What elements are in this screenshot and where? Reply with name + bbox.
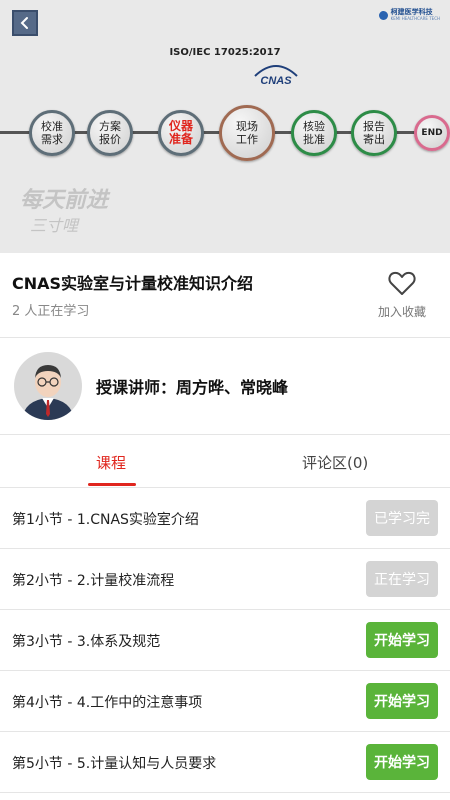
brand-icon (378, 10, 388, 20)
svg-text:三寸哩: 三寸哩 (30, 216, 80, 235)
heart-icon (388, 271, 416, 295)
brand-logo: 柯建医学科技 KEMI HEALTHCARE TECH (378, 8, 440, 21)
section-label: 第3小节 - 3.体系及规范 (12, 634, 161, 650)
start-learning-button[interactable]: 开始学习 (366, 683, 438, 719)
brand-subtitle: KEMI HEALTHCARE TECH (390, 16, 440, 21)
step-plan-quote: 方案 报价 (87, 110, 133, 156)
cnas-logo-icon: CNAS (254, 65, 298, 87)
tab-indicator (88, 483, 136, 486)
motto-calligraphy: 每天前进 三寸哩 (20, 187, 111, 235)
divider (0, 337, 450, 338)
favorite-button[interactable]: 加入收藏 (372, 270, 432, 320)
step-verify-approve: 核验 批准 (291, 110, 337, 156)
step-onsite-work: 现场 工作 (219, 105, 275, 161)
section-label: 第2小节 - 2.计量校准流程 (12, 573, 175, 589)
divider (0, 434, 450, 435)
step-end: END (414, 115, 450, 151)
chevron-left-icon (20, 17, 28, 29)
section-label: 第4小节 - 4.工作中的注意事项 (12, 695, 203, 711)
teacher-avatar (14, 352, 82, 420)
teacher-avatar-icon (14, 352, 82, 420)
iso-standard-label: ISO/IEC 17025:2017 (169, 47, 281, 58)
section-row[interactable]: 第3小节 - 3.体系及规范 开始学习 (0, 610, 450, 671)
section-row[interactable]: 第5小节 - 5.计量认知与人员要求 开始学习 (0, 732, 450, 793)
course-banner: 柯建医学科技 KEMI HEALTHCARE TECH ISO/IEC 1702… (0, 0, 450, 253)
section-label: 第1小节 - 1.CNAS实验室介绍 (12, 512, 199, 528)
step-calibration-request: 校准 需求 (29, 110, 75, 156)
section-row[interactable]: 第4小节 - 4.工作中的注意事项 开始学习 (0, 671, 450, 732)
course-title: CNAS实验室与计量校准知识介绍 (12, 274, 254, 293)
favorite-label: 加入收藏 (377, 305, 426, 319)
learning-now-button[interactable]: 正在学习 (366, 561, 438, 597)
step-report-send: 报告 寄出 (351, 110, 397, 156)
tab-comments[interactable]: 评论区(0) (302, 452, 368, 473)
section-label: 第5小节 - 5.计量认知与人员要求 (12, 756, 217, 772)
tab-course[interactable]: 课程 (96, 452, 126, 473)
svg-text:每天前进: 每天前进 (20, 187, 111, 213)
section-row[interactable]: 第2小节 - 2.计量校准流程 正在学习 (0, 549, 450, 610)
tab-bar: 课程 评论区(0) (0, 436, 450, 488)
learner-count: 2 人正在学习 (12, 304, 90, 319)
brand-name: 柯建医学科技 (390, 8, 433, 16)
cnas-text: CNAS (260, 75, 292, 87)
back-button[interactable] (12, 10, 38, 36)
start-learning-button[interactable]: 开始学习 (366, 622, 438, 658)
section-row[interactable]: 第1小节 - 1.CNAS实验室介绍 已学习完 (0, 488, 450, 549)
completed-button[interactable]: 已学习完 (366, 500, 438, 536)
step-instrument-prep: 仪器 准备 (158, 110, 204, 156)
teacher-names: 授课讲师：周方晔、常晓峰 (96, 378, 289, 397)
start-learning-button[interactable]: 开始学习 (366, 744, 438, 780)
